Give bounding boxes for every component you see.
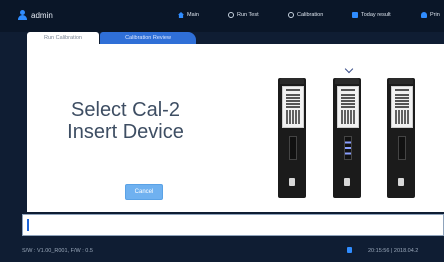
cartridge-slot	[344, 178, 350, 186]
nav-print[interactable]: Prin	[421, 12, 440, 18]
circle-icon	[288, 12, 294, 18]
cartridge-slot	[289, 178, 295, 186]
cartridge-label-text	[286, 89, 300, 91]
tab-run-calibration[interactable]: Run Calibration	[27, 32, 99, 44]
barcode-icon	[286, 110, 300, 124]
cancel-button[interactable]: Cancel	[125, 184, 163, 200]
document-icon	[352, 12, 358, 18]
instruction-title: Select Cal-2 Insert Device	[27, 99, 224, 143]
nav-today-result[interactable]: Today result	[352, 12, 391, 18]
print-icon	[421, 12, 427, 18]
user-menu[interactable]: admin	[18, 10, 53, 20]
barcode-icon	[341, 110, 355, 124]
nav-main[interactable]: Main	[178, 12, 199, 18]
user-name: admin	[31, 10, 53, 20]
barcode-icon	[341, 94, 355, 108]
text-caret	[27, 219, 29, 231]
analyzer-screen: admin Main Run Test Calibration Today re…	[0, 0, 444, 262]
nav-today-result-label: Today result	[361, 12, 391, 18]
barcode-icon	[286, 94, 300, 108]
cartridge-label-text	[395, 89, 409, 91]
cartridge-label	[391, 86, 413, 128]
chevron-down-icon	[344, 64, 354, 74]
nav-run-test-label: Run Test	[237, 12, 259, 18]
cartridge-cap	[280, 78, 304, 84]
message-bar[interactable]	[22, 214, 444, 236]
status-bar: S/W : V1.00_R001, F/W : 0.5 20:15:56 | 2…	[0, 240, 444, 262]
instruction-line-2: Insert Device	[67, 121, 184, 143]
top-bar: admin Main Run Test Calibration Today re…	[0, 0, 444, 32]
cartridge-cal-1	[278, 78, 306, 198]
cartridge-cal-3	[387, 78, 415, 198]
cartridge-window	[289, 136, 297, 160]
cartridge-cap	[389, 78, 413, 84]
cartridge-window	[398, 136, 406, 160]
nav-calibration-label: Calibration	[297, 12, 324, 18]
cartridge-window	[344, 136, 352, 160]
instruction-line-1: Select Cal-2	[71, 99, 180, 121]
cartridge-cap	[335, 78, 359, 84]
nav-main-label: Main	[187, 12, 199, 18]
barcode-icon	[395, 110, 409, 124]
cartridge-cal-2	[333, 78, 361, 198]
nav-print-label: Prin	[430, 12, 440, 18]
home-icon	[178, 12, 184, 18]
cartridge-label	[337, 86, 359, 128]
nav-run-test[interactable]: Run Test	[228, 12, 259, 18]
nav-calibration[interactable]: Calibration	[288, 12, 323, 18]
date-time: 20:15:56 | 2018.04.2	[368, 248, 419, 254]
cartridge-label-text	[341, 89, 355, 91]
cartridge-label	[282, 86, 304, 128]
user-icon	[18, 10, 27, 20]
cartridge-slot	[398, 178, 404, 186]
circle-icon	[228, 12, 234, 18]
lock-icon	[347, 247, 352, 253]
barcode-icon	[395, 94, 409, 108]
calibration-panel: Select Cal-2 Insert Device Cancel	[27, 44, 444, 212]
tab-calibration-review[interactable]: Calibration Review	[100, 32, 196, 44]
version-info: S/W : V1.00_R001, F/W : 0.5	[22, 248, 93, 254]
